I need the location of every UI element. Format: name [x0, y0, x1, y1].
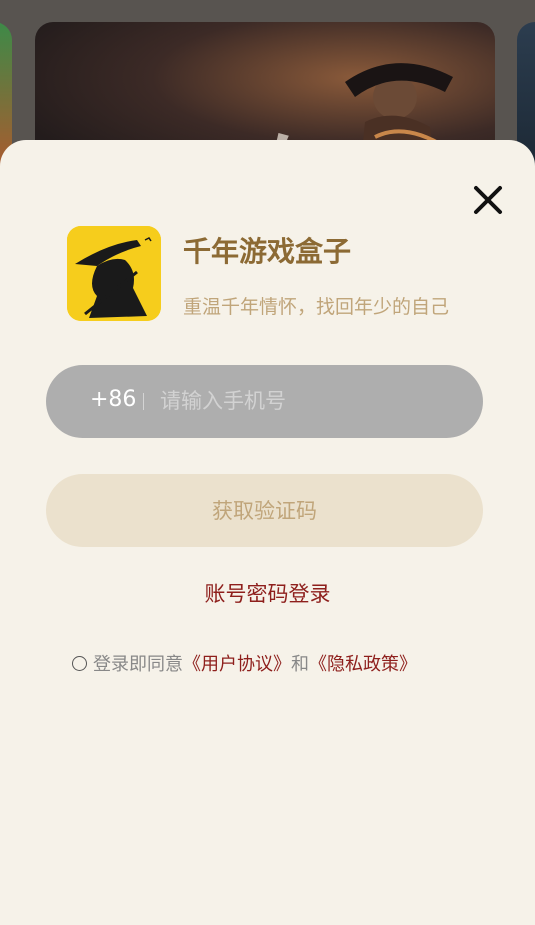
- close-button[interactable]: [470, 182, 506, 218]
- app-subtitle: 重温千年情怀，找回年少的自己: [183, 296, 450, 318]
- phone-input[interactable]: [160, 383, 460, 419]
- user-agreement-link[interactable]: 《用户协议》: [183, 650, 291, 676]
- login-sheet: 千年游戏盒子 重温千年情怀，找回年少的自己 +86 获取验证码 账号密码登录 登…: [0, 140, 535, 925]
- close-icon: [474, 186, 502, 214]
- country-code[interactable]: +86: [90, 387, 136, 412]
- agreement-and: 和: [291, 654, 309, 675]
- password-login-link[interactable]: 账号密码登录: [0, 578, 535, 608]
- get-code-button[interactable]: 获取验证码: [46, 474, 483, 547]
- phone-field[interactable]: +86: [46, 365, 483, 438]
- app-title: 千年游戏盒子: [183, 235, 352, 268]
- login-screen: 〜 ノ ヌ 千年游戏盒子 重温千年情怀，找回年少的自己: [0, 0, 535, 925]
- divider: [143, 393, 144, 410]
- radio-unchecked-icon[interactable]: [72, 655, 87, 671]
- agreement-prefix: 登录即同意: [93, 654, 183, 675]
- app-logo-icon: [67, 226, 161, 321]
- privacy-policy-link[interactable]: 《隐私政策》: [309, 650, 417, 676]
- agreement-row: 登录即同意 《用户协议》 和 《隐私政策》: [72, 650, 417, 676]
